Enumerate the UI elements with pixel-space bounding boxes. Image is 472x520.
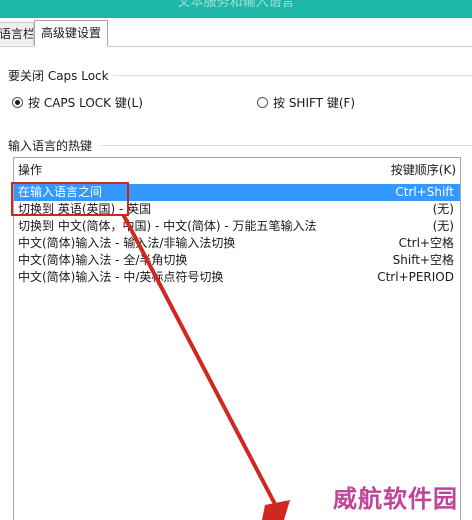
hotkeys-list-header: 操作 按键顺序(K) <box>14 158 460 178</box>
row-action: 中文(简体)输入法 - 中/英标点符号切换 <box>18 270 224 284</box>
radio-unchecked-icon <box>257 97 268 108</box>
row-action: 中文(简体)输入法 - 全/半角切换 <box>18 253 188 267</box>
row-keys: Shift+空格 <box>392 253 454 267</box>
row-keys: (无) <box>432 219 454 233</box>
caps-lock-group-divider <box>100 75 472 76</box>
tab-advanced-key-settings-label: 高级键设置 <box>41 26 102 40</box>
row-keys: Ctrl+PERIOD <box>377 270 454 284</box>
hotkeys-group-divider <box>100 145 472 146</box>
caps-lock-group-label: 要关闭 Caps Lock <box>8 67 113 84</box>
column-header-action[interactable]: 操作 <box>18 161 42 178</box>
title-bar: 文本服务和输入语言 <box>0 0 472 18</box>
table-row[interactable]: 切换到 中文(简体，中国) - 中文(简体) - 万能五笔输入法 (无) <box>14 218 460 235</box>
hotkeys-list-rows: 在输入语言之间 Ctrl+Shift 切换到 英语(英国) - 英国 (无) 切… <box>14 184 460 286</box>
row-keys: (无) <box>432 202 454 216</box>
tab-language-bar-label: 语言栏 <box>0 27 34 41</box>
table-row[interactable]: 中文(简体)输入法 - 中/英标点符号切换 Ctrl+PERIOD <box>14 269 460 286</box>
tab-advanced-key-settings[interactable]: 高级键设置 <box>34 20 109 47</box>
window-title: 文本服务和输入语言 <box>177 0 295 10</box>
row-action: 切换到 中文(简体，中国) - 中文(简体) - 万能五笔输入法 <box>18 219 317 233</box>
hotkeys-group-label: 输入语言的热键 <box>8 137 97 154</box>
tab-language-bar[interactable]: 语言栏 <box>0 22 34 45</box>
shift-key-radio[interactable]: 按 SHIFT 键(F) <box>257 94 355 111</box>
table-row[interactable]: 中文(简体)输入法 - 输入法/非输入法切换 Ctrl+空格 <box>14 235 460 252</box>
tab-strip: 语言栏 高级键设置 <box>0 18 472 47</box>
column-header-key-sequence[interactable]: 按键顺序(K) <box>391 161 456 178</box>
row-action: 中文(简体)输入法 - 输入法/非输入法切换 <box>18 236 236 250</box>
advanced-key-settings-panel: 要关闭 Caps Lock 按 CAPS LOCK 键(L) 按 SHIFT 键… <box>0 47 472 520</box>
table-row[interactable]: 中文(简体)输入法 - 全/半角切换 Shift+空格 <box>14 252 460 269</box>
caps-lock-key-radio[interactable]: 按 CAPS LOCK 键(L) <box>12 94 143 111</box>
table-row[interactable]: 切换到 英语(英国) - 英国 (无) <box>14 201 460 218</box>
row-action: 切换到 英语(英国) - 英国 <box>18 202 152 216</box>
row-action: 在输入语言之间 <box>18 185 103 199</box>
radio-checked-icon <box>12 97 23 108</box>
caps-lock-key-radio-label: 按 CAPS LOCK 键(L) <box>28 96 143 110</box>
watermark-logo: 威航软件园 <box>333 484 458 513</box>
row-keys: Ctrl+空格 <box>398 236 454 250</box>
shift-key-radio-label: 按 SHIFT 键(F) <box>273 96 356 110</box>
row-keys: Ctrl+Shift <box>395 185 454 199</box>
table-row[interactable]: 在输入语言之间 Ctrl+Shift <box>14 184 460 201</box>
hotkeys-list[interactable]: 操作 按键顺序(K) 在输入语言之间 Ctrl+Shift 切换到 英语(英国)… <box>13 157 461 520</box>
